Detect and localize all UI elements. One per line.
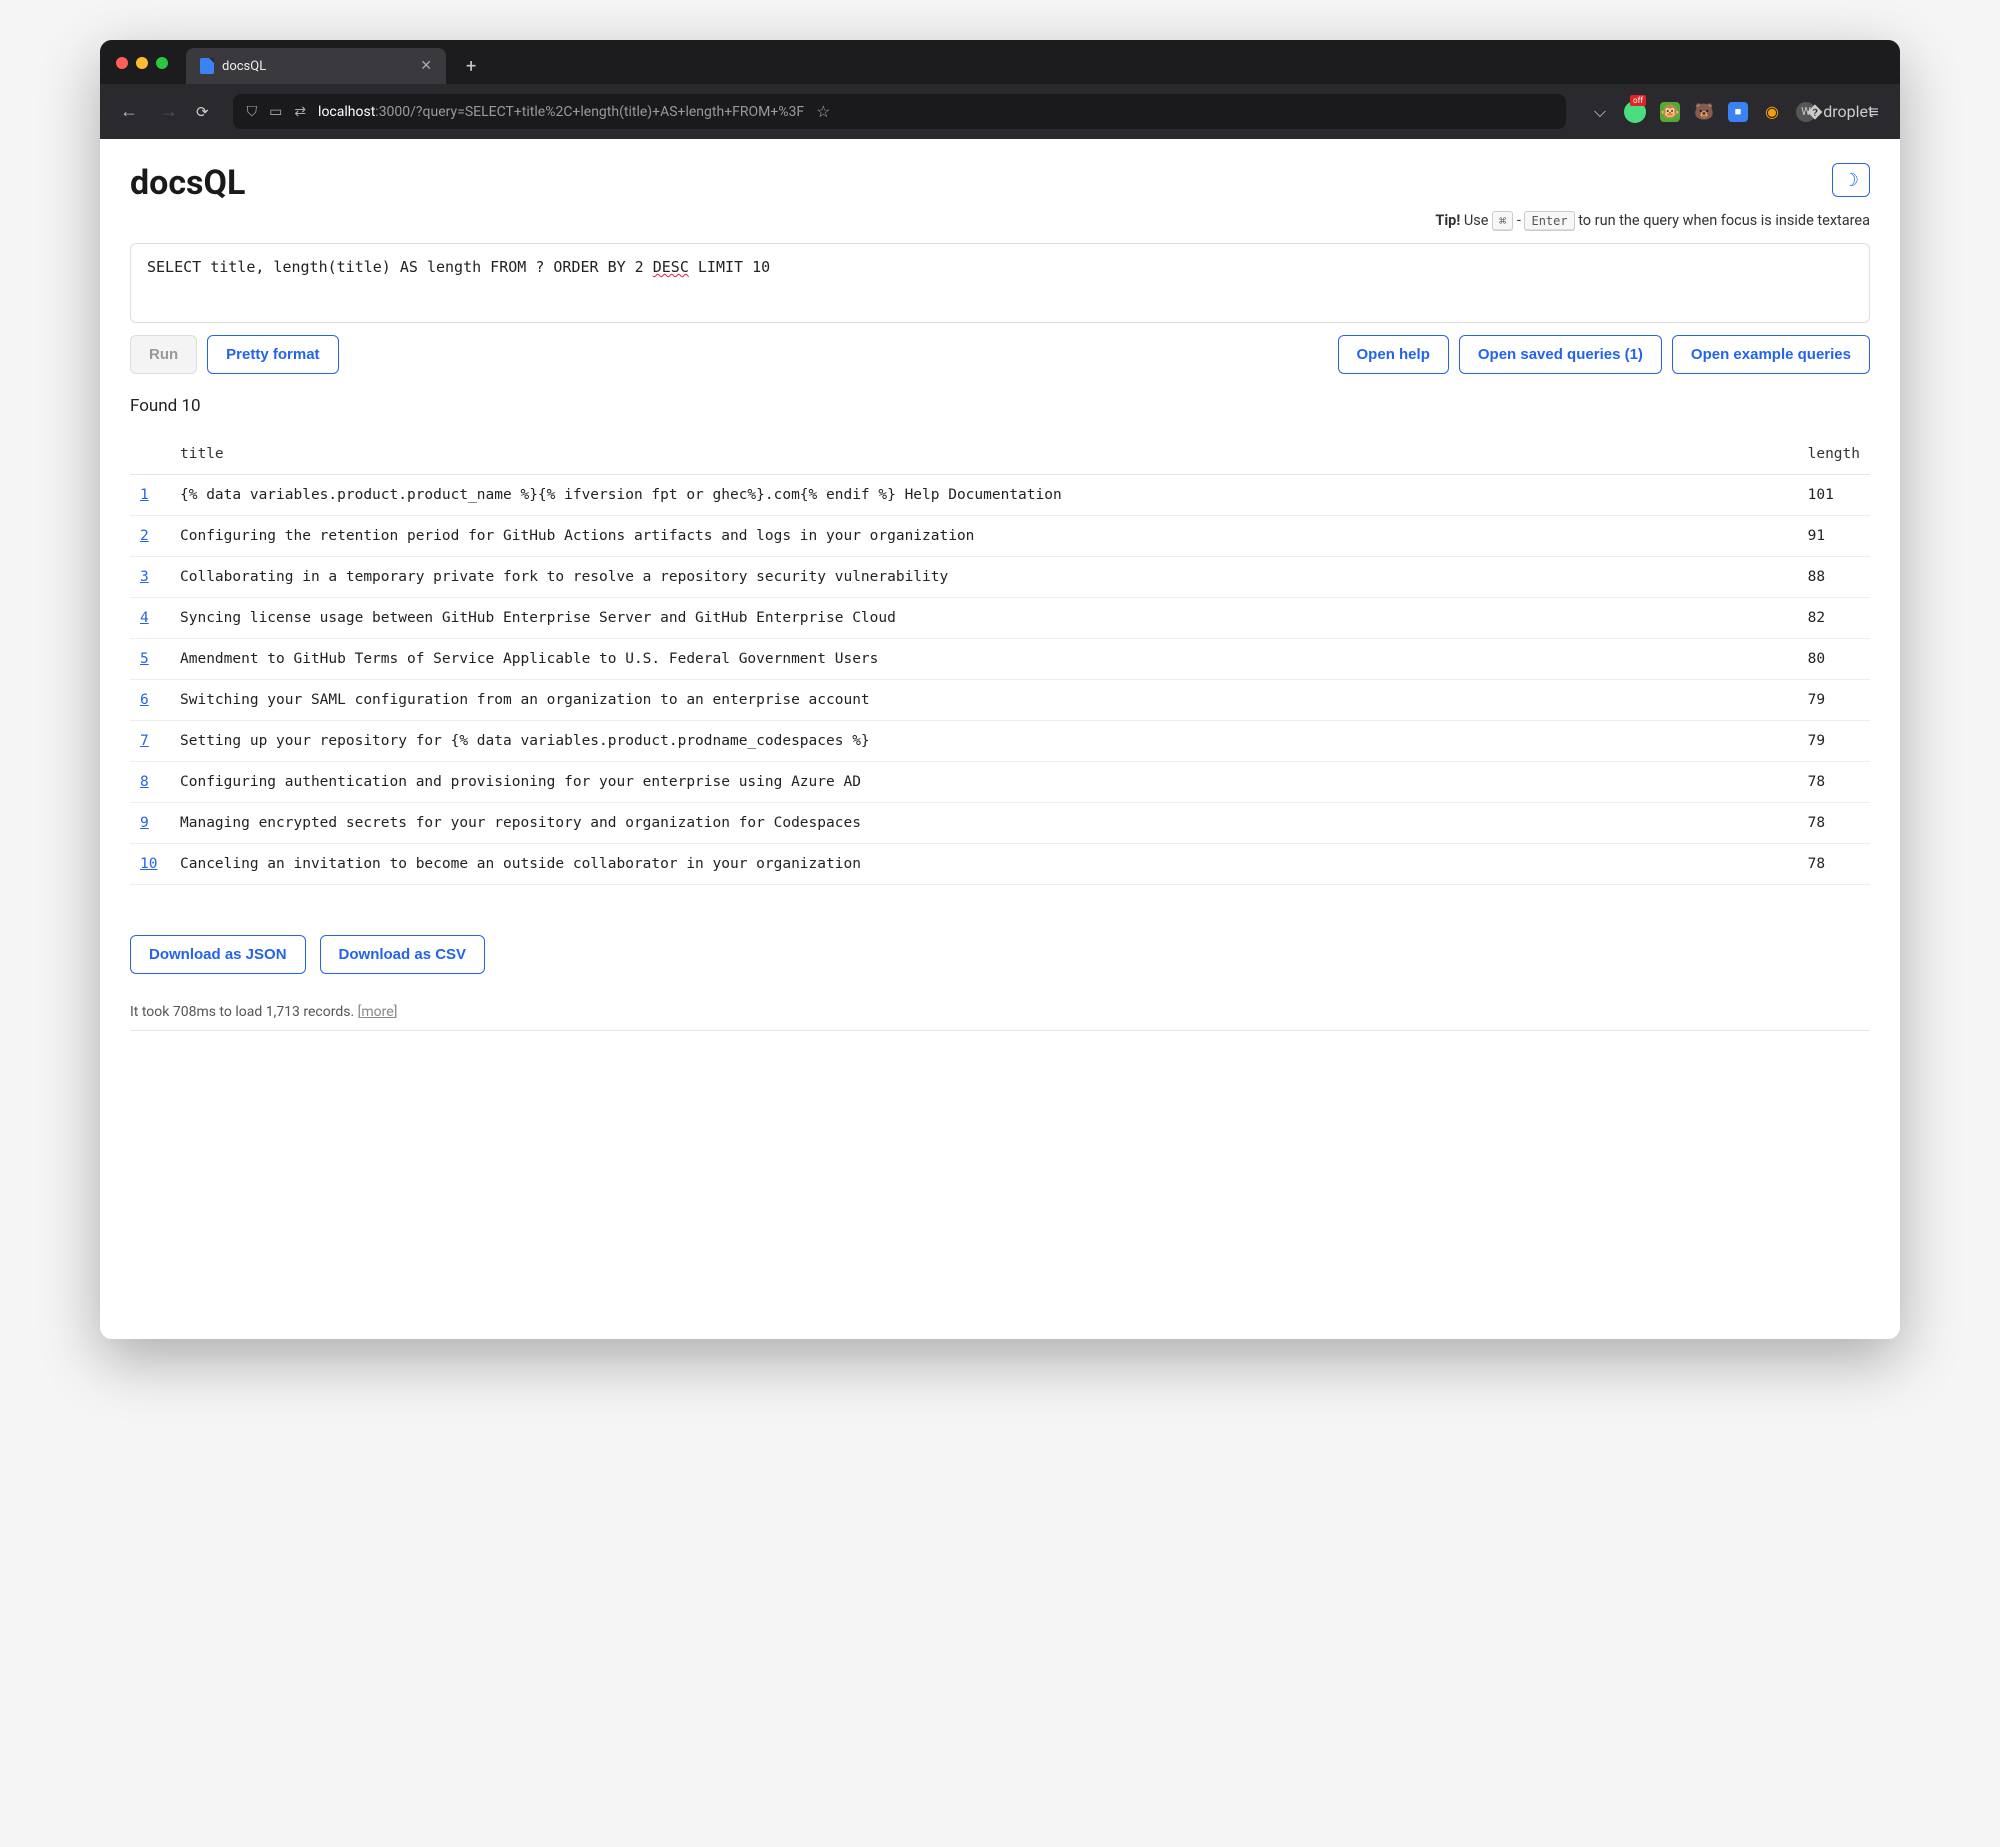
tab-bar: docsQL ✕ +: [100, 40, 1900, 84]
app-title: docsQL: [130, 163, 245, 203]
url-host: localhost: [318, 104, 375, 120]
open-saved-queries-button[interactable]: Open saved queries (1): [1459, 335, 1662, 374]
table-row: 7 Setting up your repository for {% data …: [130, 721, 1870, 762]
results-table: title length 1 {% data variables.product.…: [130, 434, 1870, 885]
row-length: 80: [1788, 639, 1870, 680]
forward-button[interactable]: →: [156, 99, 182, 124]
action-buttons: Run Pretty format Open help Open saved q…: [130, 335, 1870, 374]
pocket-icon[interactable]: ⌵: [1590, 102, 1610, 122]
extension-video-icon[interactable]: ■: [1728, 102, 1748, 122]
row-title: Setting up your repository for {% data v…: [170, 721, 1788, 762]
table-row: 6 Switching your SAML configuration from …: [130, 680, 1870, 721]
pretty-format-button[interactable]: Pretty format: [207, 335, 338, 374]
row-length: 78: [1788, 844, 1870, 885]
maximize-window-button[interactable]: [156, 57, 168, 69]
extension-monkey-icon[interactable]: 🐵: [1660, 102, 1680, 122]
more-link[interactable]: more: [361, 1004, 393, 1020]
browser-tab[interactable]: docsQL ✕: [186, 48, 446, 84]
table-row: 8 Configuring authentication and provisio…: [130, 762, 1870, 803]
theme-toggle-button[interactable]: ☽: [1832, 163, 1870, 197]
table-row: 9 Managing encrypted secrets for your rep…: [130, 803, 1870, 844]
browser-toolbar: ← → ⟳ ⛉ ▭ ⇄ localhost:3000/?query=SELECT…: [100, 84, 1900, 139]
extension-circle-icon[interactable]: ◉: [1762, 102, 1782, 122]
row-length: 78: [1788, 762, 1870, 803]
table-row: 10 Canceling an invitation to become an o…: [130, 844, 1870, 885]
download-csv-button[interactable]: Download as CSV: [320, 935, 486, 974]
enter-key: Enter: [1524, 211, 1574, 231]
shield-icon[interactable]: ⛉: [247, 104, 258, 120]
table-row: 2 Configuring the retention period for Gi…: [130, 516, 1870, 557]
row-length: 78: [1788, 803, 1870, 844]
row-index-link[interactable]: 2: [140, 528, 149, 544]
download-buttons: Download as JSON Download as CSV: [130, 935, 1870, 974]
url-path: :3000/?query=SELECT+title%2C+length(titl…: [375, 104, 804, 120]
row-index-link[interactable]: 3: [140, 569, 149, 585]
row-title: Amendment to GitHub Terms of Service App…: [170, 639, 1788, 680]
bookmark-star-icon[interactable]: ☆: [816, 102, 830, 121]
table-row: 4 Syncing license usage between GitHub En…: [130, 598, 1870, 639]
address-bar[interactable]: ⛉ ▭ ⇄ localhost:3000/?query=SELECT+title…: [233, 94, 1566, 129]
minimize-window-button[interactable]: [136, 57, 148, 69]
new-tab-button[interactable]: +: [456, 52, 486, 81]
row-length: 91: [1788, 516, 1870, 557]
row-title: Switching your SAML configuration from a…: [170, 680, 1788, 721]
row-length: 82: [1788, 598, 1870, 639]
row-index-link[interactable]: 4: [140, 610, 149, 626]
cmd-key: ⌘: [1492, 211, 1513, 231]
extension-drop-icon[interactable]: �droplet: [1830, 102, 1850, 122]
row-title: {% data variables.product.product_name %…: [170, 475, 1788, 516]
settings-toggle-icon[interactable]: ⇄: [294, 104, 306, 120]
row-index-link[interactable]: 8: [140, 774, 149, 790]
hamburger-menu-icon[interactable]: ≡: [1864, 102, 1884, 122]
tab-title: docsQL: [222, 59, 266, 74]
tip-text: Tip! Use ⌘ - Enter to run the query when…: [130, 211, 1870, 231]
col-length[interactable]: length: [1788, 434, 1870, 475]
page-content: docsQL ☽ Tip! Use ⌘ - Enter to run the q…: [100, 139, 1900, 1339]
open-example-queries-button[interactable]: Open example queries: [1672, 335, 1870, 374]
found-count: Found 10: [130, 396, 1870, 416]
row-index-link[interactable]: 10: [140, 856, 157, 872]
row-title: Syncing license usage between GitHub Ent…: [170, 598, 1788, 639]
moon-icon: ☽: [1843, 170, 1859, 191]
row-index-link[interactable]: 9: [140, 815, 149, 831]
row-index-link[interactable]: 1: [140, 487, 149, 503]
footer-stats: It took 708ms to load 1,713 records. [mo…: [130, 1004, 1870, 1031]
row-length: 101: [1788, 475, 1870, 516]
browser-chrome: docsQL ✕ + ← → ⟳ ⛉ ▭ ⇄ localhost:3000/?q…: [100, 40, 1900, 139]
row-length: 88: [1788, 557, 1870, 598]
table-row: 1 {% data variables.product.product_name …: [130, 475, 1870, 516]
row-title: Configuring authentication and provision…: [170, 762, 1788, 803]
row-index-link[interactable]: 5: [140, 651, 149, 667]
back-button[interactable]: ←: [116, 99, 142, 124]
row-index-link[interactable]: 7: [140, 733, 149, 749]
reload-button[interactable]: ⟳: [196, 103, 209, 121]
row-title: Managing encrypted secrets for your repo…: [170, 803, 1788, 844]
col-title[interactable]: title: [170, 434, 1788, 475]
window-controls: [112, 57, 176, 75]
run-button[interactable]: Run: [130, 335, 197, 374]
row-length: 79: [1788, 680, 1870, 721]
page-icon: [200, 58, 214, 74]
close-tab-icon[interactable]: ✕: [420, 58, 432, 74]
table-row: 3 Collaborating in a temporary private fo…: [130, 557, 1870, 598]
page-info-icon[interactable]: ▭: [269, 104, 282, 120]
row-length: 79: [1788, 721, 1870, 762]
row-index-link[interactable]: 6: [140, 692, 149, 708]
row-title: Collaborating in a temporary private for…: [170, 557, 1788, 598]
row-title: Canceling an invitation to become an out…: [170, 844, 1788, 885]
open-help-button[interactable]: Open help: [1338, 335, 1449, 374]
sql-input[interactable]: SELECT title, length(title) AS length FR…: [130, 243, 1870, 323]
close-window-button[interactable]: [116, 57, 128, 69]
extension-icons: ⌵ 🐵 🐻 ■ ◉ W �droplet ≡: [1590, 101, 1884, 123]
table-row: 5 Amendment to GitHub Terms of Service Ap…: [130, 639, 1870, 680]
download-json-button[interactable]: Download as JSON: [130, 935, 306, 974]
extension-badge-icon[interactable]: [1624, 101, 1646, 123]
row-title: Configuring the retention period for Git…: [170, 516, 1788, 557]
extension-bear-icon[interactable]: 🐻: [1694, 102, 1714, 122]
